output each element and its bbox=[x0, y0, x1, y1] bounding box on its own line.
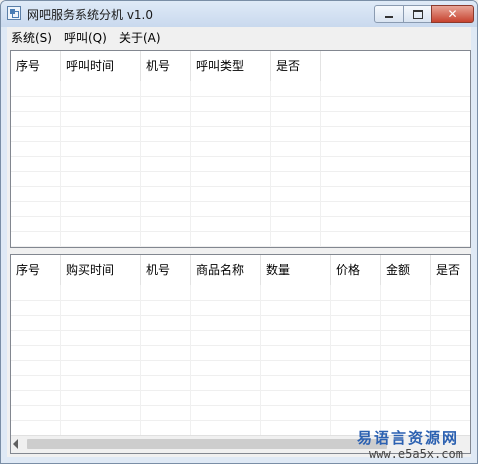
grid-column-line bbox=[140, 285, 141, 453]
call-list-table[interactable]: 序号 呼叫时间 机号 呼叫类型 是否 bbox=[10, 50, 471, 248]
grid-row-line bbox=[11, 186, 470, 187]
column-header-index[interactable]: 序号 bbox=[11, 51, 61, 81]
watermark-logo: 易语言资源网 www.e5a5x.com bbox=[357, 427, 473, 461]
grid-row-line bbox=[11, 345, 470, 346]
menu-system[interactable]: 系统(S) bbox=[11, 29, 52, 46]
title-bar[interactable]: 网吧服务系统分机 v1.0 ✕ bbox=[1, 1, 477, 27]
column-header-status[interactable]: 是否 bbox=[431, 255, 470, 285]
column-header-amount[interactable]: 金额 bbox=[381, 255, 431, 285]
grid-row-line bbox=[11, 171, 470, 172]
grid-row-line bbox=[11, 330, 470, 331]
column-header-index[interactable]: 序号 bbox=[11, 255, 61, 285]
grid-row-line bbox=[11, 405, 470, 406]
grid-column-line bbox=[260, 285, 261, 453]
grid-row-line bbox=[11, 315, 470, 316]
grid-row-line bbox=[11, 216, 470, 217]
scroll-left-arrow-icon[interactable] bbox=[13, 439, 18, 449]
minimize-icon bbox=[385, 16, 393, 18]
column-header-call-type[interactable]: 呼叫类型 bbox=[191, 51, 271, 81]
column-header-product-name[interactable]: 商品名称 bbox=[191, 255, 261, 285]
main-window: 网吧服务系统分机 v1.0 ✕ 系统(S) 呼叫(Q) 关于(A) 序号 呼叫时… bbox=[0, 0, 478, 464]
grid-column-line bbox=[320, 81, 321, 247]
grid-column-line bbox=[330, 285, 331, 453]
grid-row-line bbox=[11, 420, 470, 421]
call-list-header: 序号 呼叫时间 机号 呼叫类型 是否 bbox=[11, 51, 470, 81]
window-title: 网吧服务系统分机 v1.0 bbox=[27, 8, 154, 22]
grid-row-line bbox=[11, 360, 470, 361]
grid-column-line bbox=[60, 285, 61, 453]
grid-column-line bbox=[60, 81, 61, 247]
grid-row-line bbox=[11, 390, 470, 391]
app-icon bbox=[7, 6, 21, 20]
purchase-list-table[interactable]: 序号 购买时间 机号 商品名称 数量 价格 金额 是否 bbox=[10, 254, 471, 454]
grid-row-line bbox=[11, 141, 470, 142]
grid-column-line bbox=[190, 81, 191, 247]
grid-row-line bbox=[11, 375, 470, 376]
maximize-button[interactable] bbox=[403, 5, 432, 23]
grid-row-line bbox=[11, 156, 470, 157]
minimize-button[interactable] bbox=[374, 5, 404, 23]
column-header-machine-no[interactable]: 机号 bbox=[141, 255, 191, 285]
grid-row-line bbox=[11, 126, 470, 127]
column-header-machine-no[interactable]: 机号 bbox=[141, 51, 191, 81]
close-button[interactable]: ✕ bbox=[431, 5, 474, 23]
menu-call[interactable]: 呼叫(Q) bbox=[64, 29, 107, 46]
purchase-list-header: 序号 购买时间 机号 商品名称 数量 价格 金额 是否 bbox=[11, 255, 470, 285]
grid-row-line bbox=[11, 201, 470, 202]
grid-column-line bbox=[140, 81, 141, 247]
menu-about[interactable]: 关于(A) bbox=[119, 29, 161, 46]
column-header-purchase-time[interactable]: 购买时间 bbox=[61, 255, 141, 285]
column-header-call-time[interactable]: 呼叫时间 bbox=[61, 51, 141, 81]
watermark-url: www.e5a5x.com bbox=[369, 447, 463, 461]
column-header-price[interactable]: 价格 bbox=[331, 255, 381, 285]
grid-column-line bbox=[190, 285, 191, 453]
close-icon: ✕ bbox=[447, 7, 458, 21]
grid-row-line bbox=[11, 96, 470, 97]
client-area: 系统(S) 呼叫(Q) 关于(A) 序号 呼叫时间 机号 呼叫类型 是否 序号 … bbox=[7, 27, 471, 457]
column-header-quantity[interactable]: 数量 bbox=[261, 255, 331, 285]
grid-row-line bbox=[11, 246, 470, 247]
watermark-title: 易语言资源网 bbox=[357, 429, 460, 447]
menu-bar: 系统(S) 呼叫(Q) 关于(A) bbox=[7, 27, 471, 47]
grid-row-line bbox=[11, 111, 470, 112]
grid-row-line bbox=[11, 300, 470, 301]
grid-column-line bbox=[270, 81, 271, 247]
maximize-icon bbox=[412, 9, 423, 19]
scrollbar-thumb[interactable] bbox=[27, 439, 387, 449]
grid-row-line bbox=[11, 231, 470, 232]
column-header-status[interactable]: 是否 bbox=[271, 51, 321, 81]
